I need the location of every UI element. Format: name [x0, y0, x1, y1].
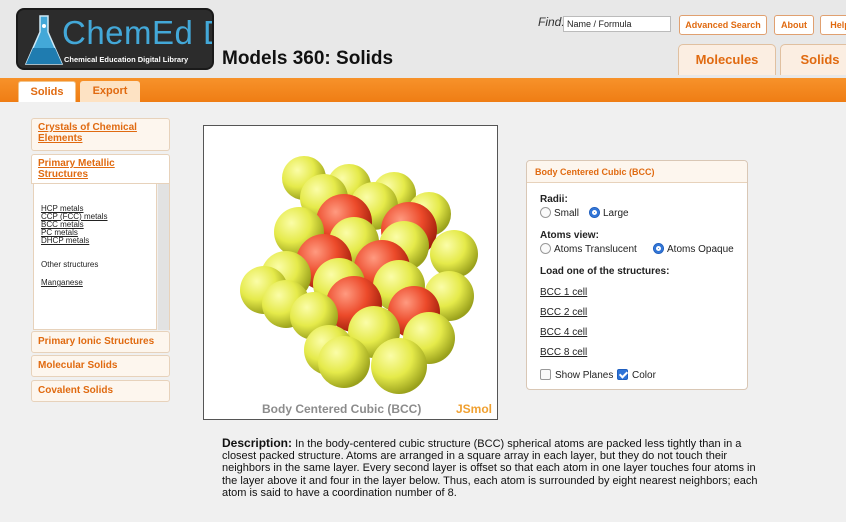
site-header: ChemEd DL Chemical Education Digital Lib…	[0, 0, 846, 78]
description-text: In the body-centered cubic structure (BC…	[222, 438, 758, 499]
jsmol-viewer[interactable]: Body Centered Cubic (BCC) JSmol	[203, 125, 498, 420]
atoms-translucent-option[interactable]: Atoms Translucent	[540, 243, 637, 256]
sidebar-item-metallic[interactable]: Primary Metallic Structures	[31, 154, 170, 184]
link-bcc-8-cell[interactable]: BCC 8 cell	[540, 347, 587, 358]
show-planes-checkbox[interactable]	[540, 369, 551, 380]
corner-atom	[371, 338, 427, 394]
radio-translucent-label: Atoms Translucent	[554, 244, 637, 255]
sidebar-item-label: Structures	[38, 169, 89, 180]
color-checkbox[interactable]	[617, 369, 628, 380]
logo-title: ChemEd DL	[62, 14, 212, 51]
radio-small[interactable]	[540, 207, 551, 218]
sidebar-item-label: Molecular Solids	[38, 360, 118, 371]
link-bcc-1-cell[interactable]: BCC 1 cell	[540, 287, 587, 298]
radio-opaque[interactable]	[653, 243, 664, 254]
tab-bar: Solids Export	[0, 78, 846, 102]
atoms-opaque-option[interactable]: Atoms Opaque	[653, 243, 734, 256]
sidebar-item-ionic[interactable]: Primary Ionic Structures	[31, 331, 170, 353]
description: Description: In the body-centered cubic …	[222, 437, 764, 499]
link-bcc-4-cell[interactable]: BCC 4 cell	[540, 327, 587, 338]
radii-large-option[interactable]: Large	[589, 207, 629, 220]
about-button[interactable]: About	[774, 15, 814, 35]
radio-translucent[interactable]	[540, 243, 551, 254]
crystal-model	[240, 156, 478, 394]
logo-subtitle: Chemical Education Digital Library	[64, 55, 189, 64]
structure-panel: Body Centered Cubic (BCC) Radii: Small L…	[526, 160, 748, 390]
tab-solids-module[interactable]: Solids	[780, 44, 846, 75]
radii-small-option[interactable]: Small	[540, 207, 579, 220]
corner-atom	[430, 230, 478, 278]
submenu-other-structures: Other structures	[41, 260, 99, 269]
radio-large[interactable]	[589, 207, 600, 218]
tab-export[interactable]: Export	[80, 81, 140, 102]
submenu-scrollbar[interactable]	[158, 184, 170, 330]
load-structures-label: Load one of the structures:	[540, 266, 670, 277]
help-button[interactable]: Help	[820, 15, 846, 35]
sidebar-item-label: Primary Metallic	[38, 158, 115, 169]
submenu-item-manganese[interactable]: Manganese	[41, 279, 83, 287]
submenu-item-dhcp[interactable]: DHCP metals	[41, 237, 89, 245]
sidebar-item-label: Covalent Solids	[38, 385, 114, 396]
sidebar-item-molecular[interactable]: Molecular Solids	[31, 355, 170, 377]
chemed-logo[interactable]: ChemEd DL Chemical Education Digital Lib…	[16, 8, 214, 70]
flask-icon	[24, 15, 64, 65]
atoms-view-label: Atoms view:	[540, 230, 599, 241]
color-option[interactable]: Color	[617, 369, 656, 382]
sidebar-item-label: Crystals of Chemical	[38, 122, 137, 133]
radio-small-label: Small	[554, 208, 580, 219]
show-planes-label: Show Planes	[555, 370, 614, 381]
sidebar-item-label: Primary Ionic Structures	[38, 336, 155, 347]
find-input[interactable]	[563, 16, 671, 32]
jsmol-logo[interactable]: JSmol	[456, 402, 492, 416]
tab-solids[interactable]: Solids	[18, 81, 76, 102]
radio-opaque-label: Atoms Opaque	[667, 244, 734, 255]
radii-label: Radii:	[540, 194, 568, 205]
sidebar-item-label: Elements	[38, 133, 83, 144]
sidebar-item-covalent[interactable]: Covalent Solids	[31, 380, 170, 402]
advanced-search-button[interactable]: Advanced Search	[679, 15, 767, 35]
page-title: Models 360: Solids	[222, 48, 394, 69]
viewer-caption: Body Centered Cubic (BCC)	[262, 402, 422, 416]
description-label: Description:	[222, 436, 293, 450]
panel-title: Body Centered Cubic (BCC)	[527, 161, 747, 183]
sidebar-item-crystals[interactable]: Crystals of Chemical Elements	[31, 118, 170, 151]
show-planes-option[interactable]: Show Planes	[540, 369, 613, 382]
radio-large-label: Large	[603, 208, 629, 219]
corner-atom	[318, 336, 370, 388]
link-bcc-2-cell[interactable]: BCC 2 cell	[540, 307, 587, 318]
tab-molecules[interactable]: Molecules	[678, 44, 776, 75]
color-label: Color	[632, 370, 656, 381]
find-label: Find:	[538, 15, 565, 29]
